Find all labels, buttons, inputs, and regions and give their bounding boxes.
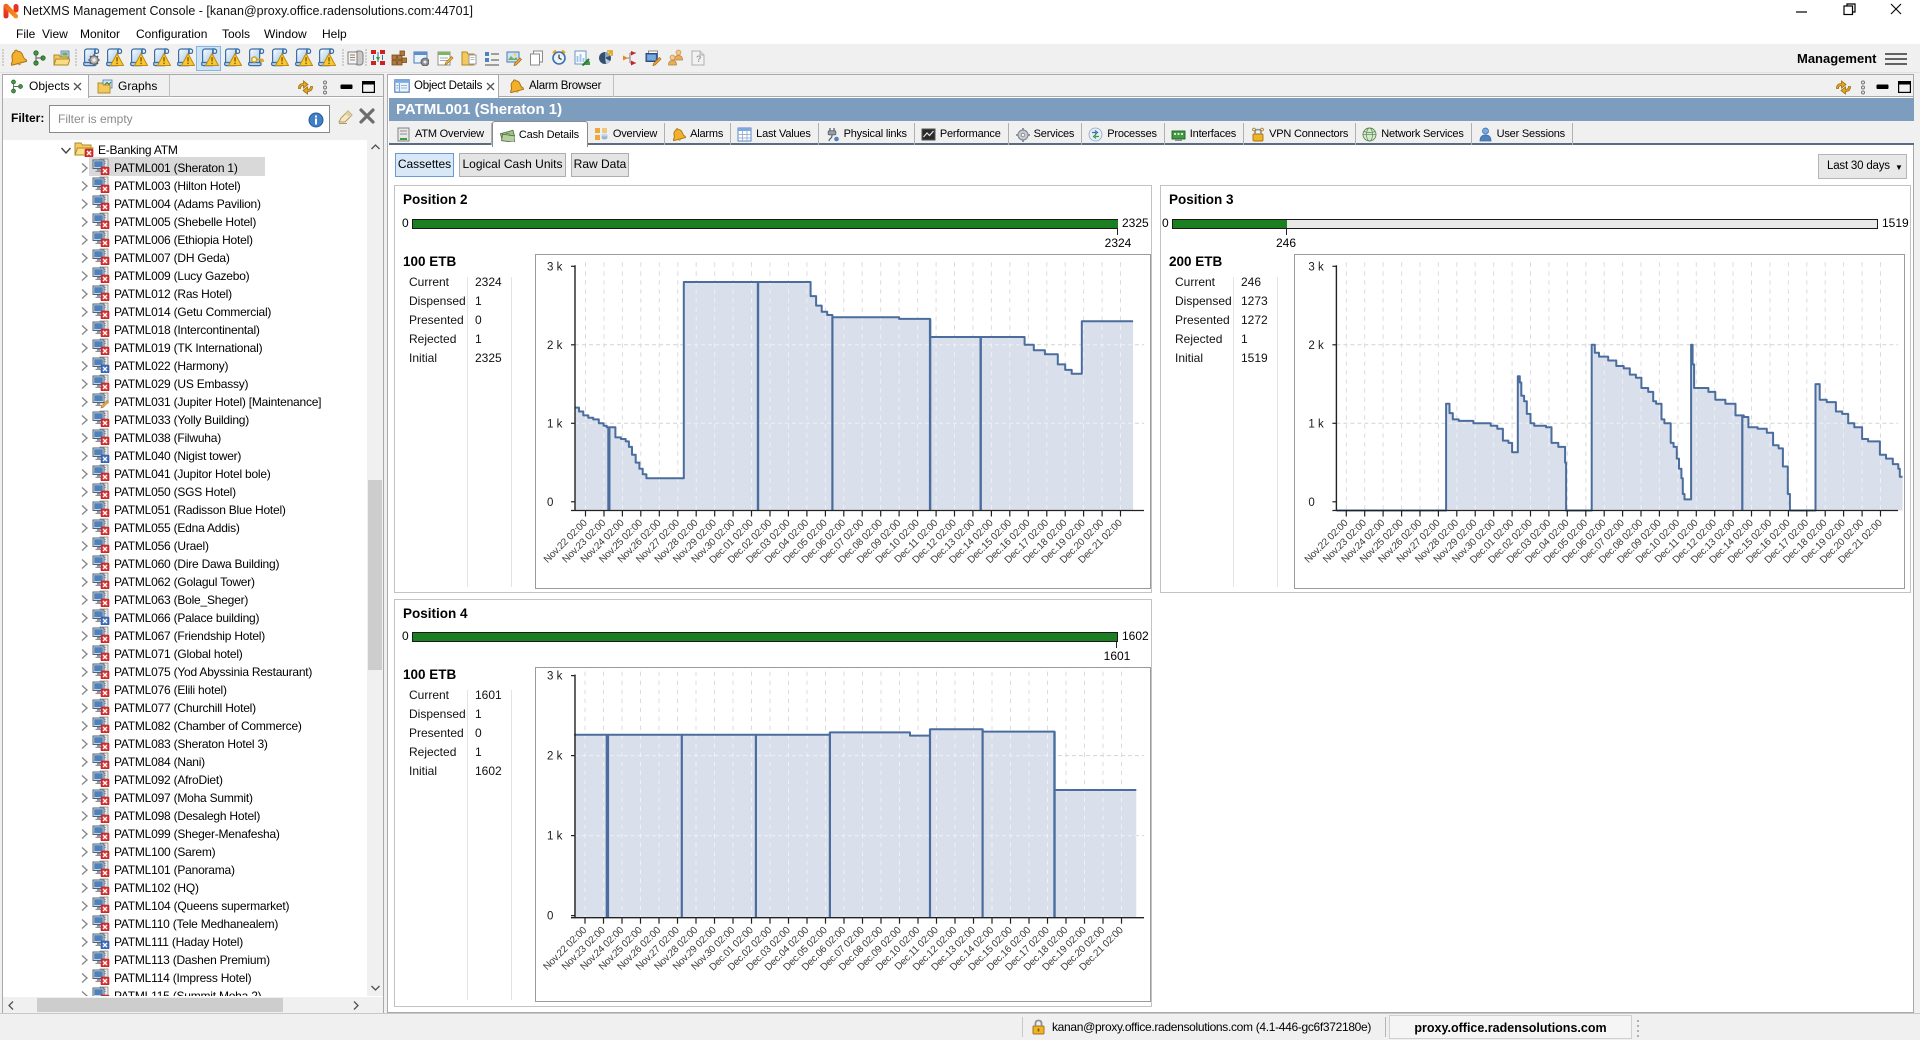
svg-text:2 k: 2 k (1308, 340, 1324, 352)
svg-text:2 k: 2 k (547, 751, 563, 763)
svg-text:3 k: 3 k (547, 261, 563, 273)
svg-text:1 k: 1 k (547, 418, 563, 430)
svg-text:1 k: 1 k (1308, 418, 1324, 430)
svg-text:1 k: 1 k (547, 831, 563, 843)
svg-text:3 k: 3 k (1308, 261, 1324, 273)
svg-text:0: 0 (547, 911, 553, 923)
svg-text:0: 0 (547, 497, 553, 509)
svg-text:?: ? (696, 54, 702, 64)
svg-text:0: 0 (1308, 497, 1314, 509)
svg-text:2 k: 2 k (547, 340, 563, 352)
svg-text:3 k: 3 k (547, 671, 563, 683)
